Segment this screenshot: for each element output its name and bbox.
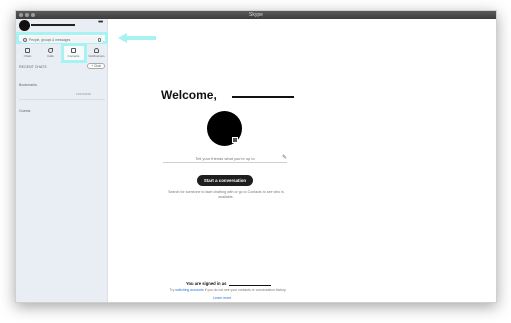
sidebar: ••• People, groups & messages Chats Call… (16, 19, 108, 302)
search-placeholder: People, groups & messages (29, 37, 71, 42)
list-item-label[interactable]: Bookmarks (19, 83, 37, 87)
bell-icon (94, 48, 99, 53)
profile-avatar[interactable] (19, 20, 30, 31)
profile-name-redacted (31, 24, 75, 26)
sidebar-tabs: Chats Calls Contacts Notifications (16, 43, 108, 63)
switch-accounts-note: Try switching accounts if you do not see… (148, 288, 308, 292)
tab-chats[interactable]: Chats (18, 46, 38, 60)
app-window: Skype ••• People, groups & messages Chat… (15, 10, 497, 303)
tab-label: Contacts (67, 54, 80, 58)
camera-icon[interactable] (232, 137, 238, 143)
more-options-icon[interactable]: ••• (98, 19, 103, 26)
search-input[interactable]: People, groups & messages (21, 36, 103, 43)
search-highlight: People, groups & messages (16, 32, 108, 44)
contacts-icon (71, 48, 76, 53)
tab-label: Chats (23, 54, 32, 58)
mood-message-input[interactable] (163, 155, 287, 163)
chat-icon (25, 48, 30, 53)
learn-more-link[interactable]: Learn more (213, 296, 231, 300)
signed-in-label: You are signed in as (186, 281, 227, 286)
tab-notifications[interactable]: Notifications (87, 46, 107, 60)
list-item-label[interactable]: Guests (19, 109, 30, 113)
phone-icon (48, 48, 53, 53)
switch-accounts-link[interactable]: switching accounts (175, 288, 203, 292)
pencil-icon[interactable]: ✎ (282, 154, 287, 161)
help-text: Search for someone to start chatting wit… (168, 190, 284, 199)
welcome-name-redacted (232, 96, 294, 98)
search-icon (23, 37, 27, 42)
note-prefix: Try (169, 288, 175, 292)
welcome-heading: Welcome, (161, 88, 217, 102)
tab-calls[interactable]: Calls (41, 46, 61, 60)
annotation-arrow-icon (118, 33, 156, 43)
tab-label: Notifications (88, 54, 105, 58)
tab-contacts[interactable]: Contacts (60, 43, 87, 63)
dialpad-icon[interactable] (98, 37, 101, 42)
title-bar: Skype (16, 11, 496, 19)
window-title: Skype (249, 12, 263, 18)
recent-chats-label: RECENT CHATS (19, 65, 47, 69)
note-suffix: if you do not see your contacts or conve… (204, 288, 287, 292)
list-item-meta: 11/17/2019 (76, 92, 91, 96)
account-name-redacted (229, 285, 271, 286)
divider (19, 99, 105, 100)
new-chat-button[interactable]: + Chat (87, 63, 105, 69)
tab-label: Calls (47, 54, 54, 58)
start-conversation-button[interactable]: Start a conversation (197, 175, 253, 186)
